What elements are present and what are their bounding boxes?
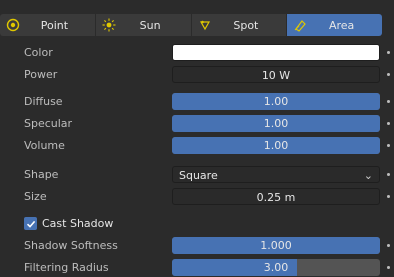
tab-spot[interactable]: Spot [191,14,287,36]
filtering-radius-label: Filtering Radius [24,261,109,274]
shadow-softness-row: Shadow Softness 1.000 [0,237,394,255]
tab-sun[interactable]: Sun [95,14,191,36]
volume-slider[interactable]: 1.00 [172,137,380,154]
specular-value: 1.00 [263,117,289,130]
tab-sun-label: Sun [139,18,161,32]
volume-row: Volume 1.00 [0,137,394,155]
power-value: 10 W [261,69,291,82]
diffuse-row: Diffuse 1.00 [0,93,394,111]
shadow-softness-slider[interactable]: 1.000 [172,237,380,254]
power-field[interactable]: 10 W [172,66,380,83]
filtering-radius-value: 3.00 [263,261,289,274]
volume-label: Volume [24,139,65,152]
spot-light-icon [198,18,212,32]
animate-property-dot[interactable] [387,144,390,147]
shape-dropdown[interactable]: Square ⌄ [172,166,380,183]
animate-property-dot[interactable] [387,100,390,103]
specular-row: Specular 1.00 [0,115,394,133]
sun-light-icon [102,18,116,32]
cast-shadow-checkbox[interactable] [24,217,37,230]
shadow-softness-value: 1.000 [260,239,292,252]
tab-spot-label: Spot [233,18,259,32]
shape-label: Shape [24,168,59,181]
animate-property-dot[interactable] [387,266,390,269]
filtering-radius-slider[interactable]: 3.00 [172,259,380,276]
shadow-softness-label: Shadow Softness [24,239,118,252]
animate-property-dot[interactable] [387,51,390,54]
shape-value: Square [179,169,218,182]
light-type-tabs: Point Sun Spot Area [0,14,382,36]
point-light-icon [6,18,20,32]
chevron-down-icon: ⌄ [363,169,373,182]
diffuse-slider[interactable]: 1.00 [172,93,380,110]
specular-slider[interactable]: 1.00 [172,115,380,132]
power-label: Power [24,68,58,81]
tab-point-label: Point [40,18,69,32]
area-light-icon [293,18,307,32]
cast-shadow-row: Cast Shadow [0,215,394,233]
size-label: Size [24,190,47,203]
cast-shadow-label: Cast Shadow [42,217,114,230]
tab-point[interactable]: Point [0,14,95,36]
diffuse-value: 1.00 [263,95,289,108]
color-row: Color [0,44,394,62]
size-row: Size 0.25 m [0,188,394,206]
checkmark-icon [26,220,35,228]
tab-area[interactable]: Area [287,14,382,36]
shape-row: Shape Square ⌄ [0,166,394,184]
animate-property-dot[interactable] [387,73,390,76]
specular-label: Specular [24,117,73,130]
volume-value: 1.00 [263,139,289,152]
animate-property-dot[interactable] [387,195,390,198]
size-field[interactable]: 0.25 m [172,188,380,205]
diffuse-label: Diffuse [24,95,63,108]
filtering-radius-row: Filtering Radius 3.00 [0,259,394,277]
color-label: Color [24,46,53,59]
animate-property-dot[interactable] [387,244,390,247]
power-row: Power 10 W [0,66,394,84]
animate-property-dot[interactable] [387,122,390,125]
tab-area-label: Area [328,18,355,32]
animate-property-dot[interactable] [387,173,390,176]
color-swatch[interactable] [172,44,380,61]
size-value: 0.25 m [256,191,296,204]
